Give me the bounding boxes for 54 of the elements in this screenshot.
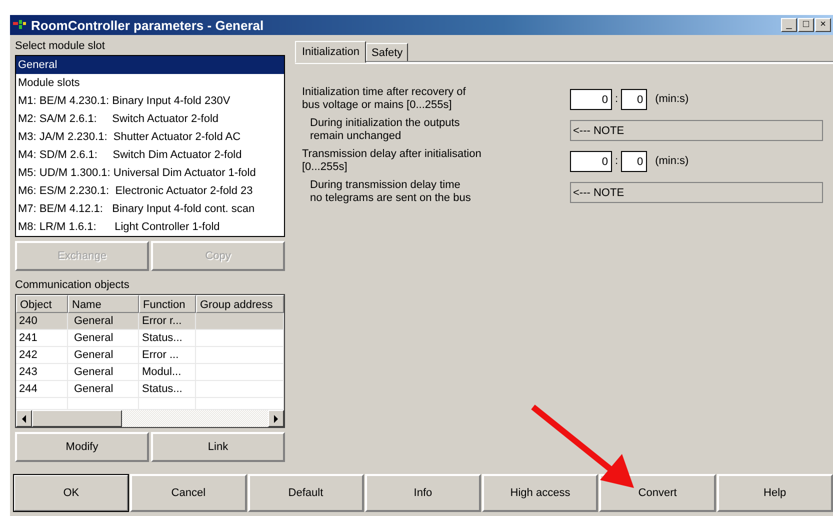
- tab[interactable]: Safety: [366, 43, 408, 62]
- dialog-button[interactable]: High access: [482, 474, 598, 512]
- window-control-button[interactable]: □: [798, 18, 814, 32]
- dialog-button[interactable]: Default: [248, 474, 364, 512]
- action-button[interactable]: Modify: [15, 432, 149, 462]
- time-separator: :: [614, 92, 620, 106]
- scroll-left-icon[interactable]: [21, 414, 27, 422]
- parameter-label: Initialization time after recovery of bus voltage or mains [0...255s]: [302, 86, 467, 112]
- list-item[interactable]: General: [16, 56, 284, 74]
- dialog-button[interactable]: Convert: [599, 474, 716, 512]
- list-item[interactable]: M6: ES/M 2.230.1: Electronic Actuator 2-fold 23: [16, 182, 284, 200]
- window-control-button[interactable]: _: [781, 18, 797, 32]
- window-title: RoomController parameters - General: [31, 18, 265, 32]
- minutes-field[interactable]: 0: [570, 88, 612, 110]
- column-header[interactable]: Object: [16, 295, 68, 313]
- tab[interactable]: Initialization: [295, 41, 366, 63]
- dialog-button[interactable]: Info: [364, 474, 482, 512]
- dialog-button[interactable]: Cancel: [130, 474, 247, 512]
- column-header[interactable]: Name: [68, 295, 139, 313]
- section-label: Select module slot: [15, 39, 106, 54]
- window-control-button[interactable]: ×: [815, 18, 831, 32]
- list-item[interactable]: M2: SA/M 2.6.1: Switch Actuator 2-fold: [16, 110, 284, 128]
- app-icon: [13, 20, 27, 30]
- list-item[interactable]: M8: LR/M 1.6.1: Light Controller 1-fold: [16, 218, 284, 236]
- list-item[interactable]: M3: JA/M 2.230.1: Shutter Actuator 2-fold AC: [16, 128, 284, 146]
- parameter-label: Transmission delay after initialisation [0...255s]: [302, 148, 482, 174]
- dialog-button[interactable]: Help: [716, 474, 833, 512]
- table-row[interactable]: 244 General Status...: [16, 381, 284, 398]
- column-header[interactable]: Group address: [196, 295, 284, 313]
- section-label: Communication objects: [15, 278, 130, 293]
- table-row[interactable]: 241 General Status...: [16, 330, 284, 347]
- list-item[interactable]: M5: UD/M 1.300.1: Universal Dim Actuator 1-fold: [16, 164, 284, 182]
- note-field: <--- NOTE: [570, 182, 823, 202]
- time-separator: :: [614, 154, 620, 168]
- table-row[interactable]: 240 General Error r...: [16, 313, 284, 330]
- action-button[interactable]: Link: [151, 432, 285, 462]
- note-label: During initialization the outputs remain unchanged: [309, 117, 461, 143]
- seconds-field[interactable]: 0: [621, 150, 648, 172]
- scroll-right-icon[interactable]: [273, 414, 279, 422]
- unit-label: (min:s): [655, 154, 689, 168]
- list-item[interactable]: M4: SD/M 2.6.1: Switch Dim Actuator 2-fold: [16, 146, 284, 164]
- horizontal-scrollbar[interactable]: [16, 410, 284, 427]
- list-item[interactable]: Module slots: [16, 74, 284, 92]
- minutes-field[interactable]: 0: [570, 150, 612, 172]
- column-header[interactable]: Function: [139, 295, 196, 313]
- unit-label: (min:s): [655, 92, 689, 106]
- table-row[interactable]: 242 General Error ...: [16, 347, 284, 364]
- list-item[interactable]: M7: BE/M 4.12.1: Binary Input 4-fold cont. scan: [16, 200, 284, 218]
- seconds-field[interactable]: 0: [621, 88, 648, 110]
- note-label: During transmission delay time no telegrams are sent on the bus: [309, 179, 472, 205]
- list-item[interactable]: M1: BE/M 4.230.1: Binary Input 4-fold 230V: [16, 92, 284, 110]
- table-row[interactable]: 243 General Modul...: [16, 364, 284, 381]
- note-field: <--- NOTE: [570, 120, 823, 140]
- dialog-button[interactable]: OK: [13, 474, 130, 512]
